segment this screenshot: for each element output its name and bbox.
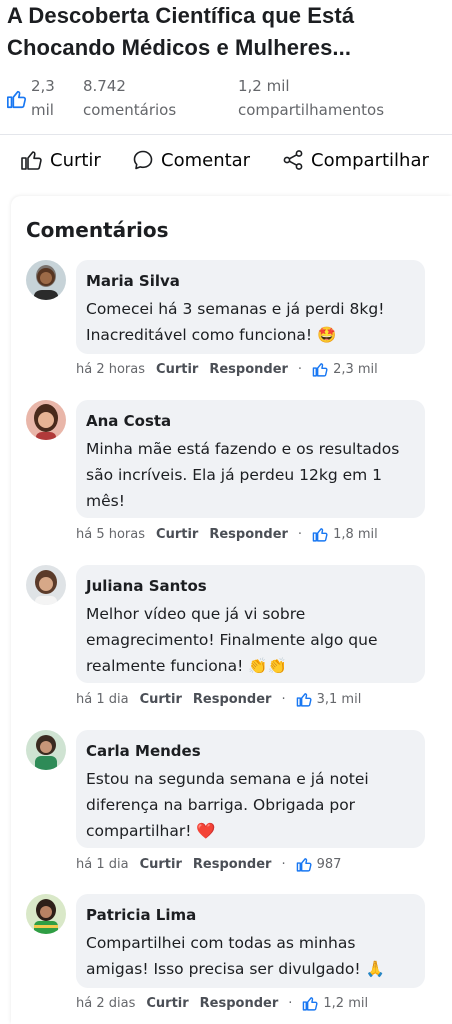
thumbs-up-icon bbox=[312, 363, 328, 377]
comment-bubble: Carla Mendes Estou na segunda semana e j… bbox=[76, 730, 425, 848]
comment-button-label: Comentar bbox=[161, 149, 251, 171]
post-actions: Curtir Comentar Compartilhar bbox=[0, 146, 452, 174]
comment-meta: há 1 dia Curtir Responder · 3,1 mil bbox=[76, 691, 361, 708]
post-title: A Descoberta Científica que Está Chocand… bbox=[7, 3, 355, 60]
thumbs-up-icon bbox=[21, 151, 42, 170]
likes-count[interactable]: 2,3 mil bbox=[31, 74, 71, 122]
comment-bubble: Maria Silva Comecei há 3 semanas e já pe… bbox=[76, 260, 425, 354]
comments-count[interactable]: 8.742 comentários bbox=[83, 74, 176, 122]
comment-like-link[interactable]: Curtir bbox=[140, 857, 182, 872]
comment-bubble: Ana Costa Minha mãe está fazendo e os re… bbox=[76, 400, 425, 518]
comment-author[interactable]: Juliana Santos bbox=[86, 577, 207, 595]
like-button-label: Curtir bbox=[50, 149, 101, 171]
comment-time: há 2 dias bbox=[76, 996, 136, 1011]
comments-title: Comentários bbox=[26, 218, 169, 242]
avatar[interactable] bbox=[26, 260, 66, 300]
comment-reply-link[interactable]: Responder bbox=[209, 527, 288, 542]
comment-author[interactable]: Ana Costa bbox=[86, 412, 171, 430]
separator-dot: · bbox=[297, 362, 303, 377]
comment-author[interactable]: Maria Silva bbox=[86, 272, 180, 290]
comment-like-link[interactable]: Curtir bbox=[156, 362, 198, 377]
comment-icon bbox=[133, 150, 153, 170]
avatar[interactable] bbox=[26, 400, 66, 440]
comment-like-link[interactable]: Curtir bbox=[146, 996, 188, 1011]
comment-like-count[interactable]: 3,1 mil bbox=[317, 692, 362, 707]
comment-meta: há 2 horas Curtir Responder · 2,3 mil bbox=[76, 361, 378, 378]
comment-meta: há 5 horas Curtir Responder · 1,8 mil bbox=[76, 526, 378, 543]
comment-time: há 5 horas bbox=[76, 527, 146, 542]
comment-text: Estou na segunda semana e já notei difer… bbox=[86, 770, 369, 840]
avatar[interactable] bbox=[26, 894, 66, 934]
comment-reply-link[interactable]: Responder bbox=[209, 362, 288, 377]
post-stats: 2,3 mil 8.742 comentários 1,2 mil compar… bbox=[0, 74, 452, 128]
separator-dot: · bbox=[281, 857, 286, 872]
comment-button[interactable]: Comentar bbox=[131, 146, 250, 174]
comment-time: há 2 horas bbox=[76, 362, 146, 377]
comment-text: Compartilhei com todas as minhas amigas!… bbox=[86, 934, 385, 978]
share-button-label: Compartilhar bbox=[311, 149, 429, 171]
like-button[interactable]: Curtir bbox=[20, 146, 101, 174]
comment-author[interactable]: Carla Mendes bbox=[86, 742, 201, 760]
comment-time: há 1 dia bbox=[76, 692, 129, 707]
comment-reply-link[interactable]: Responder bbox=[200, 996, 279, 1011]
avatar[interactable] bbox=[26, 730, 66, 770]
thumbs-up-icon bbox=[6, 88, 28, 110]
shares-count[interactable]: 1,2 mil compartilhamentos bbox=[238, 74, 384, 122]
comment-like-link[interactable]: Curtir bbox=[140, 692, 182, 707]
comment-like-count[interactable]: 2,3 mil bbox=[333, 362, 378, 377]
comment-like-link[interactable]: Curtir bbox=[156, 527, 198, 542]
comment-like-count[interactable]: 987 bbox=[317, 857, 342, 872]
comment-meta: há 2 dias Curtir Responder · 1,2 mil bbox=[76, 995, 368, 1012]
comment-like-count[interactable]: 1,8 mil bbox=[333, 527, 378, 542]
separator-dot: · bbox=[281, 692, 286, 707]
avatar[interactable] bbox=[26, 565, 66, 605]
thumbs-up-icon bbox=[312, 528, 328, 542]
comment-reply-link[interactable]: Responder bbox=[193, 857, 272, 872]
comment-bubble: Patricia Lima Compartilhei com todas as … bbox=[76, 894, 425, 988]
divider bbox=[0, 134, 452, 135]
share-button[interactable]: Compartilhar bbox=[281, 146, 429, 174]
comment-meta: há 1 dia Curtir Responder · 987 bbox=[76, 856, 341, 873]
thumbs-up-icon bbox=[296, 693, 312, 707]
thumbs-up-icon bbox=[296, 858, 312, 872]
comment-text: Minha mãe está fazendo e os resultados s… bbox=[86, 440, 400, 510]
comment-text: Melhor vídeo que já vi sobre emagrecimen… bbox=[86, 605, 378, 675]
separator-dot: · bbox=[288, 996, 293, 1011]
comment-bubble: Juliana Santos Melhor vídeo que já vi so… bbox=[76, 565, 425, 683]
comment-like-count[interactable]: 1,2 mil bbox=[323, 996, 368, 1011]
share-icon bbox=[283, 150, 303, 170]
separator-dot: · bbox=[297, 527, 303, 542]
comment-text: Comecei há 3 semanas e já perdi 8kg! Ina… bbox=[86, 300, 385, 344]
comment-reply-link[interactable]: Responder bbox=[193, 692, 272, 707]
comment-author[interactable]: Patricia Lima bbox=[86, 906, 196, 924]
comment-time: há 1 dia bbox=[76, 857, 129, 872]
thumbs-up-icon bbox=[303, 997, 318, 1011]
